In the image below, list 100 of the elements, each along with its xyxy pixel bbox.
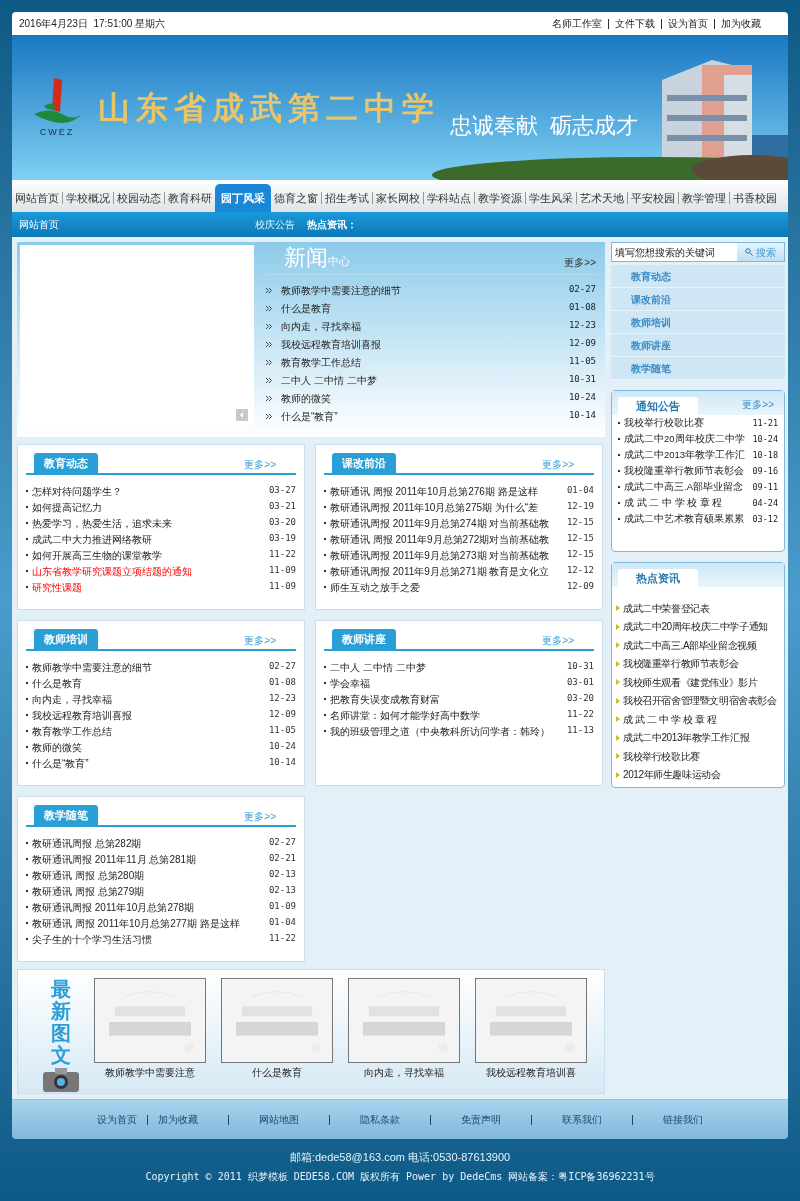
notice-link[interactable]: 成武二中高三.A部毕业留念 <box>624 479 743 495</box>
nav-tab[interactable]: 艺术天地 <box>577 184 627 212</box>
news-link[interactable]: 热爱学习，热爱生活，追求未来 <box>32 515 172 531</box>
news-link[interactable]: 教研通讯周报 2011年11月 总第281期 <box>32 851 197 867</box>
news-link[interactable]: 二中人 二中情 二中梦 <box>330 659 426 675</box>
top-link[interactable]: 加为收藏 <box>721 16 761 31</box>
nav-tab[interactable]: 招生考试 <box>322 184 372 212</box>
news-link[interactable]: 教研通讯 周报 2011年10月总第276期 路是这样 <box>330 483 538 499</box>
previous-button[interactable] <box>236 409 248 421</box>
news-link[interactable]: 教育教学工作总结 <box>32 723 112 739</box>
nav-tab[interactable]: 学校概况 <box>63 184 113 212</box>
notice-link[interactable]: 成武二中2013年教学工作汇 <box>624 447 746 463</box>
footer-link[interactable]: 加为收藏 <box>158 1112 198 1127</box>
news-link[interactable]: 把教育失误变成教育财富 <box>330 691 440 707</box>
news-link[interactable]: 我校远程教育培训喜报 <box>281 336 381 352</box>
nav-tab[interactable]: 教育科研 <box>165 184 215 212</box>
notice-link[interactable]: 成武二中艺术教育硕果累累 <box>624 511 744 527</box>
picture-caption[interactable]: 教师教学中需要注意 <box>105 1065 195 1080</box>
nav-tab[interactable]: 学生风采 <box>526 184 576 212</box>
hot-news-link[interactable]: 我校师生观看《建党伟业》影片 <box>623 674 758 690</box>
nav-tab[interactable]: 园丁风采 <box>215 184 271 212</box>
news-link[interactable]: 教师教学中需要注意的细节 <box>281 282 401 298</box>
footer-link[interactable]: 链接我们 <box>663 1112 703 1127</box>
top-link[interactable]: 名师工作室 <box>552 16 602 31</box>
news-link[interactable]: 二中人 二中情 二中梦 <box>281 372 377 388</box>
footer-link[interactable]: 网站地图 <box>259 1112 299 1127</box>
news-link[interactable]: 向内走，寻找幸福 <box>281 318 361 334</box>
hot-news-link[interactable]: 我校隆重举行教师节表彰会 <box>623 656 739 672</box>
news-link[interactable]: 教研通讯 周报 2011年9月总第272期对当前基础教 <box>330 531 550 547</box>
picture-caption[interactable]: 向内走，寻找幸福 <box>364 1065 444 1080</box>
news-link[interactable]: 我的班级管理之道（中央教科所访问学者：韩玲） <box>330 723 550 739</box>
news-link[interactable]: 教师的微笑 <box>281 390 331 406</box>
hot-news-link[interactable]: 成武二中高三.A部毕业留念视频 <box>623 637 757 653</box>
top-link[interactable]: 文件下载 <box>615 16 655 31</box>
nav-tab[interactable]: 德育之窗 <box>271 184 321 212</box>
footer-link[interactable]: 免责声明 <box>461 1112 501 1127</box>
nav-tab[interactable]: 家长网校 <box>373 184 423 212</box>
breadcrumb-link[interactable]: 网站首页 <box>19 217 59 232</box>
news-link[interactable]: 教研通讯周报 2011年10月总第275期 为什么“差 <box>330 499 539 515</box>
notice-link[interactable]: 成 武 二 中 学 校 章 程 <box>624 495 723 511</box>
picture-caption[interactable]: 什么是教育 <box>252 1065 302 1080</box>
news-link[interactable]: 如何开展高三生物的课堂教学 <box>32 547 162 563</box>
news-link[interactable]: 教研通讯 周报 2011年10月总第277期 路是这样 <box>32 915 240 931</box>
news-link[interactable]: 教研通讯周报 总第282期 <box>32 835 142 851</box>
logo-text: CWEZ <box>39 125 75 139</box>
news-link[interactable]: 名师讲堂：如何才能学好高中数学 <box>330 707 480 723</box>
double-chevron-icon <box>266 305 272 311</box>
nav-tab[interactable]: 校园动态 <box>114 184 164 212</box>
notice-link[interactable]: 我校隆重举行教师节表彰会 <box>624 463 744 479</box>
nav-tab[interactable]: 学科站点 <box>424 184 474 212</box>
news-link[interactable]: 什么是“教育” <box>281 408 338 424</box>
news-link[interactable]: 教研通讯 周报 总第279期 <box>32 883 145 899</box>
nav-tab[interactable]: 平安校园 <box>628 184 678 212</box>
footer-link[interactable]: 隐私条款 <box>360 1112 400 1127</box>
notice-link[interactable]: 校庆公告 <box>255 217 295 232</box>
news-link[interactable]: 教研通讯周报 2011年9月总第271期 教育是文化立 <box>330 563 550 579</box>
hot-news-link[interactable]: 成武二中2013年教学工作汇报 <box>623 730 750 746</box>
hot-news-link[interactable]: 成武二中20周年校庆二中学子通知 <box>623 619 768 635</box>
news-link[interactable]: 如何提高记忆力 <box>32 499 102 515</box>
hot-news-link[interactable]: 我校召开宿舍管理暨文明宿舍表彰会 <box>623 693 777 709</box>
footer-link[interactable]: 联系我们 <box>562 1112 602 1127</box>
news-link[interactable]: 向内走，寻找幸福 <box>32 691 112 707</box>
notice-link[interactable]: 我校举行校歌比赛 <box>624 415 704 431</box>
nav-tab[interactable]: 网站首页 <box>12 184 62 212</box>
news-link[interactable]: 尖子生的十个学习生活习惯 <box>32 931 152 947</box>
top-link[interactable]: 设为首页 <box>668 16 708 31</box>
news-link[interactable]: 教研通讯周报 2011年9月总第273期 对当前基础教 <box>330 547 550 563</box>
hot-news-link[interactable]: 2012年师生趣味运动会 <box>623 767 721 783</box>
more-link[interactable]: 更多>> <box>564 255 596 270</box>
news-link[interactable]: 教育教学工作总结 <box>281 354 361 370</box>
news-link[interactable]: 怎样对待问题学生？ <box>32 483 122 499</box>
hot-news-link[interactable]: 成 武 二 中 学 校 章 程 <box>623 711 717 727</box>
nav-tab[interactable]: 书香校园 <box>730 184 780 212</box>
news-link[interactable]: 教研通讯 周报 总第280期 <box>32 867 145 883</box>
news-link[interactable]: 教师的微笑 <box>32 739 82 755</box>
picture-caption[interactable]: 我校远程教育培训喜 <box>486 1065 576 1080</box>
news-link[interactable]: 师生互动之放手之爱 <box>330 579 420 595</box>
news-date: 03-20 <box>566 692 594 706</box>
hot-news-link[interactable]: 我校举行校歌比赛 <box>623 748 700 764</box>
news-date: 02-21 <box>268 852 296 866</box>
news-link[interactable]: 教研通讯周报 2011年10月总第278期 <box>32 899 195 915</box>
news-link[interactable]: 研究性课题 <box>32 579 82 595</box>
notice-tab[interactable]: 通知公告 <box>618 397 698 415</box>
footer-link[interactable]: 设为首页 <box>97 1112 137 1127</box>
news-link[interactable]: 什么是教育 <box>281 300 331 316</box>
hot-news-tab[interactable]: 热点资讯 <box>618 569 698 587</box>
news-link[interactable]: 教师教学中需要注意的细节 <box>32 659 152 675</box>
news-link[interactable]: 山东省教学研究课题立项结题的通知 <box>32 563 192 579</box>
news-link[interactable]: 成武二中大力推进网络教研 <box>32 531 152 547</box>
nav-tab[interactable]: 教学资源 <box>475 184 525 212</box>
news-link[interactable]: 什么是“教育” <box>32 755 89 771</box>
news-center-title: 新闻中心 <box>284 244 350 272</box>
news-link[interactable]: 我校远程教育培训喜报 <box>32 707 132 723</box>
news-link[interactable]: 教研通讯周报 2011年9月总第274期 对当前基础教 <box>330 515 550 531</box>
hot-news-link[interactable]: 成武二中荣誉登记表 <box>623 600 710 616</box>
notice-link[interactable]: 成武二中20周年校庆二中学 <box>624 431 745 447</box>
nav-tab[interactable]: 教学管理 <box>679 184 729 212</box>
news-link[interactable]: 什么是教育 <box>32 675 82 691</box>
news-link[interactable]: 学会幸福 <box>330 675 370 691</box>
news-date: 11-05 <box>268 724 296 738</box>
